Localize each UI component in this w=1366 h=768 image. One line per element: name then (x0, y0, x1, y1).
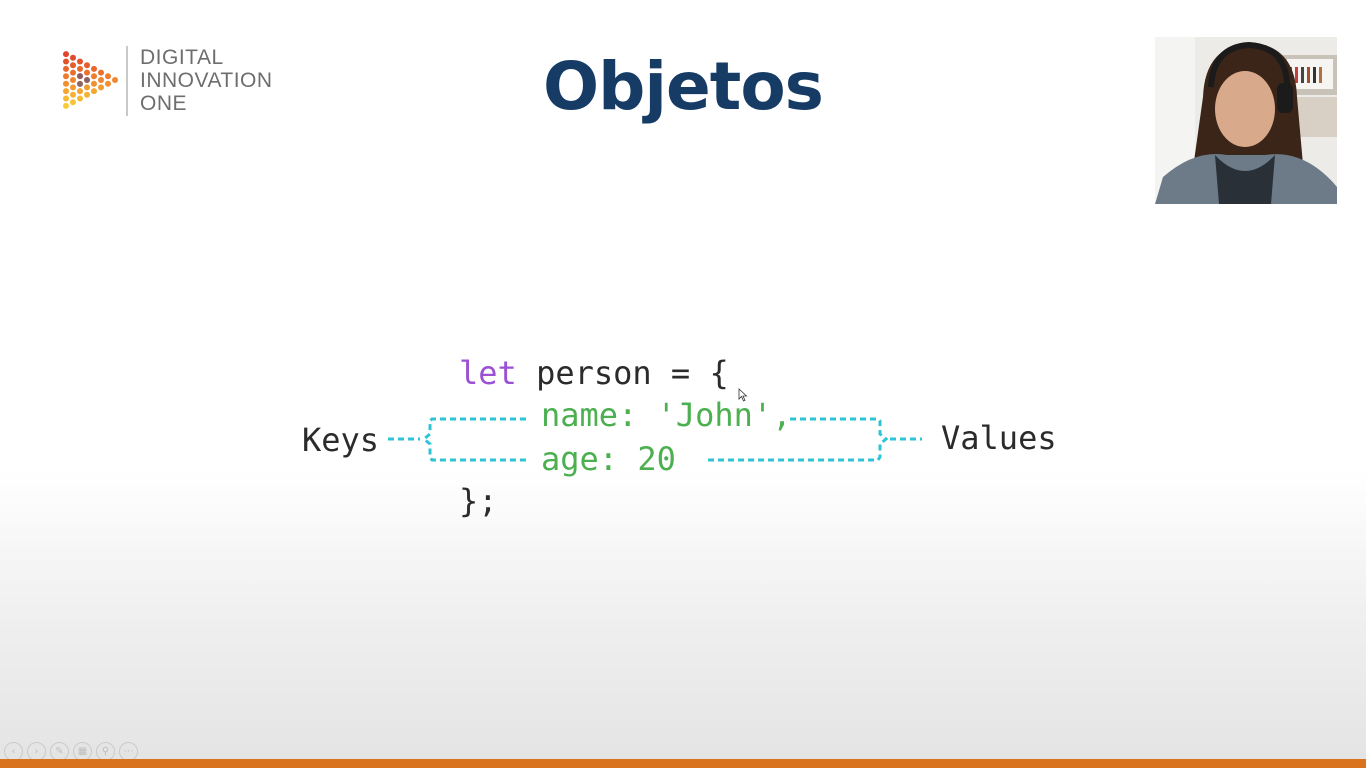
code-line-1: let person = { (459, 357, 729, 389)
values-label: Values (941, 419, 1057, 457)
bottom-accent-bar (0, 759, 1366, 768)
mouse-cursor-icon (738, 388, 748, 402)
keys-bracket (421, 417, 526, 462)
keys-label: Keys (302, 421, 380, 459)
code-keyword-let: let (459, 354, 517, 392)
code-line-4: }; (459, 482, 498, 520)
code-line-2: name: 'John', (541, 396, 792, 434)
code-line-1-rest: person = { (516, 354, 729, 392)
code-line-3: age: 20 (541, 440, 676, 478)
